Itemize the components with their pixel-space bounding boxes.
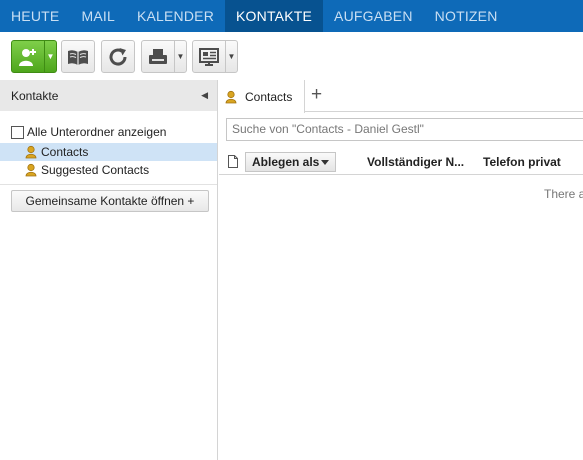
top-navigation: HEUTE MAIL KALENDER KONTAKTE AUFGABEN NO…: [0, 0, 583, 32]
contact-folder-icon: [24, 145, 38, 159]
empty-list-message: There a: [544, 187, 583, 201]
chevron-down-icon[interactable]: ▼: [174, 41, 186, 72]
show-subfolders-option[interactable]: Alle Unterordner anzeigen: [0, 111, 217, 143]
sort-label: Ablegen als: [252, 155, 320, 169]
tab-bar: Contacts +: [219, 80, 583, 113]
nav-kalender[interactable]: KALENDER: [126, 0, 225, 32]
folder-pane: Kontakte ◀ Alle Unterordner anzeigen Con…: [0, 80, 218, 460]
contacts-view: Contacts + Suche von "Contacts - Daniel …: [219, 80, 583, 460]
nav-mail[interactable]: MAIL: [70, 0, 125, 32]
show-subfolders-checkbox[interactable]: [11, 125, 24, 139]
refresh-icon: [102, 41, 134, 72]
chevron-down-icon[interactable]: ▼: [225, 41, 237, 72]
column-home-phone[interactable]: Telefon privat: [483, 155, 561, 169]
add-tab-button[interactable]: +: [311, 85, 322, 105]
open-shared-contacts-button[interactable]: Gemeinsame Kontakte öffnen +: [11, 190, 209, 212]
sort-file-as-button[interactable]: Ablegen als: [245, 152, 336, 172]
view-icon: [193, 41, 225, 72]
new-contact-button[interactable]: ▼: [11, 40, 57, 73]
show-subfolders-label: Alle Unterordner anzeigen: [27, 125, 167, 139]
folder-label: Suggested Contacts: [41, 163, 150, 177]
column-header-row: Ablegen als Vollständiger N... Telefon p…: [219, 150, 583, 175]
folder-pane-header: Kontakte ◀: [0, 80, 217, 111]
toolbar: ▼ ▼ ▼: [0, 32, 583, 80]
folder-pane-title: Kontakte: [11, 88, 59, 103]
folder-contacts[interactable]: Contacts: [0, 143, 217, 161]
folder-suggested-contacts[interactable]: Suggested Contacts: [0, 161, 217, 179]
address-book-icon: [62, 41, 94, 72]
refresh-button[interactable]: [101, 40, 135, 73]
nav-heute[interactable]: HEUTE: [0, 0, 70, 32]
address-book-button[interactable]: [61, 40, 95, 73]
caret-down-icon: [321, 160, 329, 165]
contact-folder-icon: [24, 163, 38, 177]
document-icon: [228, 155, 238, 168]
view-button[interactable]: ▼: [192, 40, 238, 73]
contact-folder-icon: [225, 90, 239, 104]
column-full-name[interactable]: Vollständiger N...: [367, 155, 464, 169]
nav-kontakte[interactable]: KONTAKTE: [225, 0, 324, 32]
nav-aufgaben[interactable]: AUFGABEN: [323, 0, 424, 32]
collapse-arrow-icon[interactable]: ◀: [201, 90, 208, 101]
chevron-down-icon[interactable]: ▼: [44, 41, 56, 72]
tab-label: Contacts: [245, 89, 293, 104]
add-contact-icon: [12, 41, 44, 72]
search-input[interactable]: Suche von "Contacts - Daniel Gestl": [226, 118, 583, 141]
print-button[interactable]: ▼: [141, 40, 187, 73]
tab-contacts[interactable]: Contacts: [219, 80, 305, 113]
divider: [0, 184, 217, 185]
folder-label: Contacts: [41, 145, 89, 159]
nav-notizen[interactable]: NOTIZEN: [424, 0, 509, 32]
print-icon: [142, 41, 174, 72]
